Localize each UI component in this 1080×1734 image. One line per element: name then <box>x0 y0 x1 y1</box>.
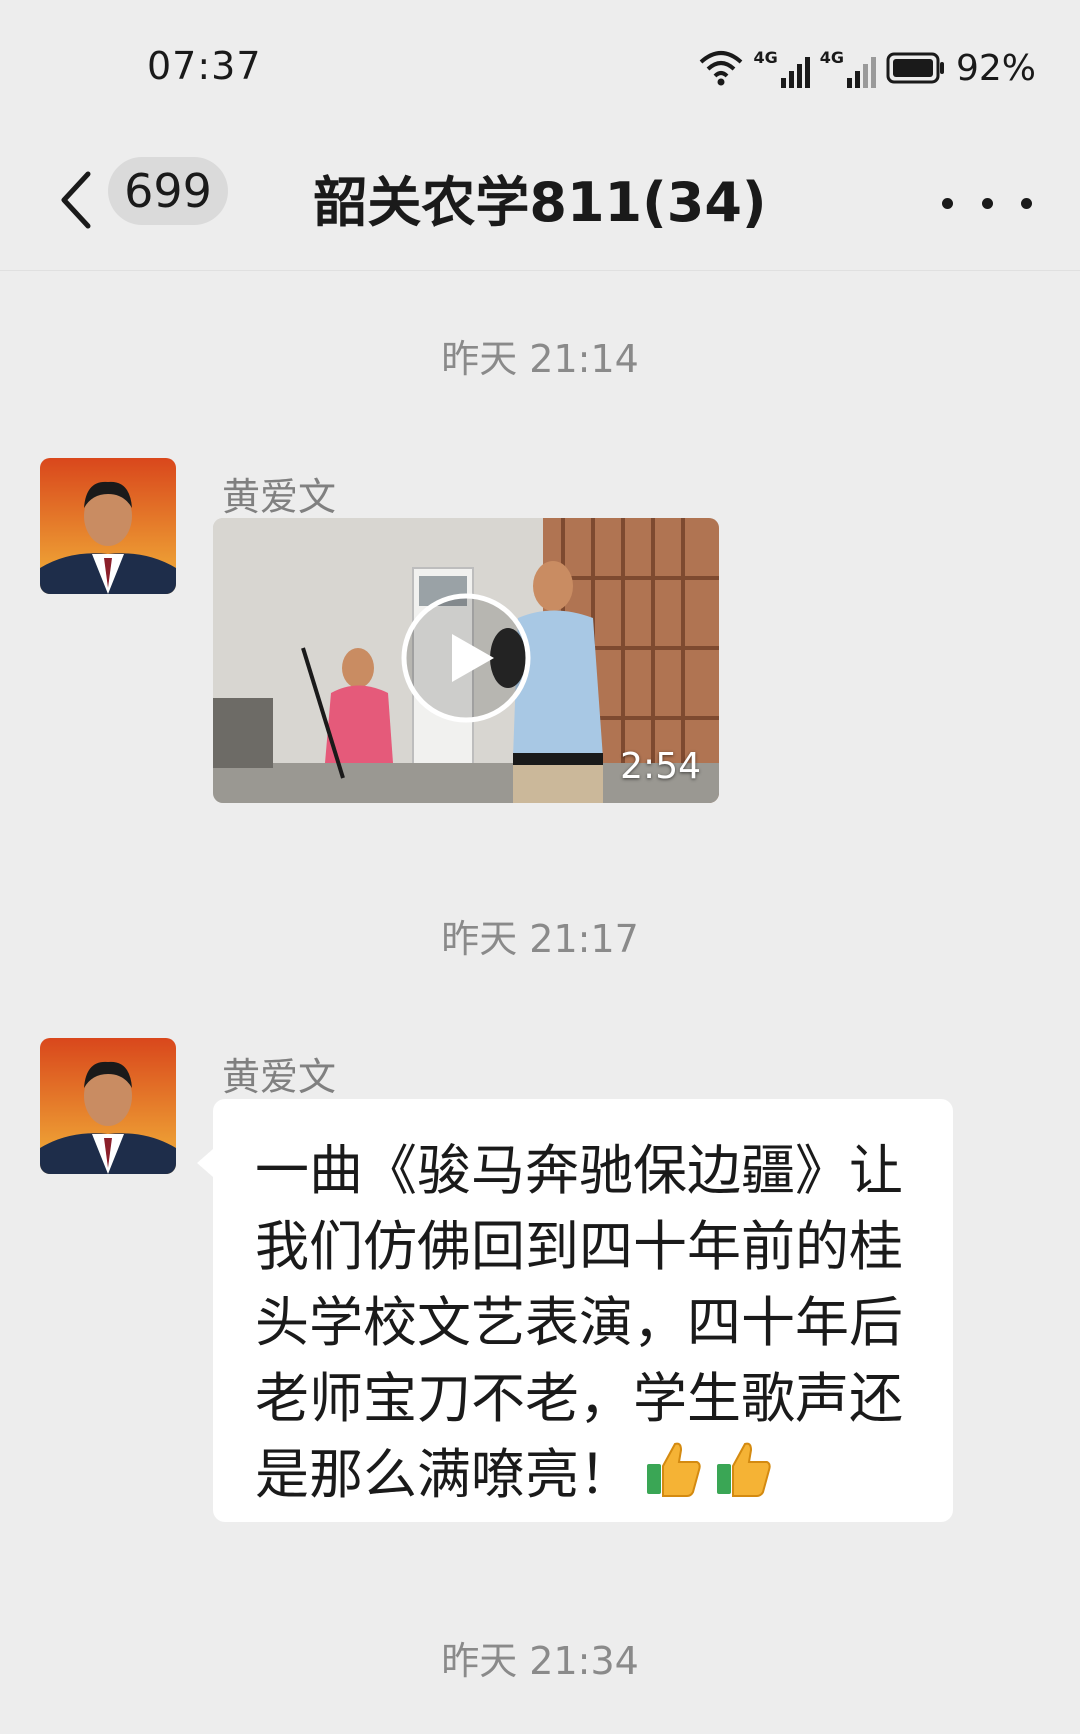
bubble-tail <box>197 1149 213 1177</box>
avatar[interactable] <box>40 1038 176 1174</box>
battery-icon <box>886 52 944 84</box>
avatar[interactable] <box>40 458 176 594</box>
play-icon[interactable] <box>400 592 532 724</box>
sender-name: 黄爱文 <box>222 1055 337 1099</box>
battery-percent: 92% <box>955 47 1036 89</box>
sender-name: 黄爱文 <box>222 475 337 519</box>
message-timestamp: 昨天 21:17 <box>441 917 639 961</box>
status-bar: 07:37 4G 4G 92% <box>0 0 1080 130</box>
message-timestamp: 昨天 21:14 <box>441 337 639 381</box>
signal-4g-icon: 4G <box>753 48 810 88</box>
status-time: 07:37 <box>147 44 262 88</box>
message-timestamp: 昨天 21:34 <box>441 1639 639 1683</box>
message-text-content: 一曲《骏马奔驰保边疆》让我们仿佛回到四十年前的桂头学校文艺表演，四十年后老师宝刀… <box>255 1139 903 1506</box>
wifi-icon <box>700 51 743 86</box>
chat-title: 韶关农学811(34) <box>313 171 767 234</box>
status-icons: 4G 4G 92% <box>699 44 1036 92</box>
signal-4g-icon: 4G <box>820 48 876 88</box>
video-duration: 2:54 <box>620 746 701 787</box>
network-type-label: 4G <box>753 48 778 67</box>
back-chevron-icon[interactable] <box>50 160 100 240</box>
chat-header: 699 韶关农学811(34) <box>0 130 1080 271</box>
message-text: 一曲《骏马奔驰保边疆》让我们仿佛回到四十年前的桂头学校文艺表演，四十年后老师宝刀… <box>255 1133 925 1518</box>
unread-count-badge[interactable]: 699 <box>108 157 228 225</box>
network-type-label: 4G <box>819 48 844 67</box>
message-bubble[interactable]: 一曲《骏马奔驰保边疆》让我们仿佛回到四十年前的桂头学校文艺表演，四十年后老师宝刀… <box>197 1099 953 1522</box>
thumbs-up-icon <box>643 1438 703 1518</box>
thumbs-up-icon <box>713 1438 773 1518</box>
video-message[interactable]: 2:54 <box>213 518 719 803</box>
more-dots-icon[interactable] <box>942 188 1032 218</box>
